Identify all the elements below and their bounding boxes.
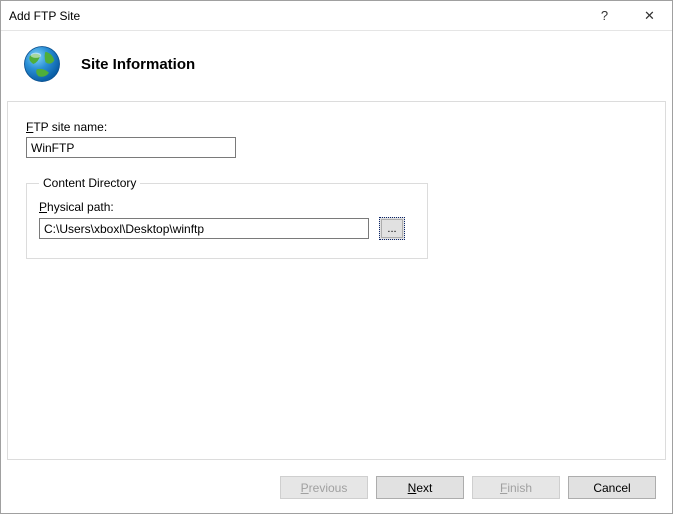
titlebar: Add FTP Site ? ✕ [1,1,672,31]
page-title: Site Information [81,56,195,73]
finish-button: Finish [472,476,560,499]
help-button[interactable]: ? [582,1,627,30]
previous-button: Previous [280,476,368,499]
content-directory-group: Content Directory Physical path: ... [26,176,428,259]
globe-icon [21,43,63,85]
content-panel: FTP site name: Content Directory Physica… [7,101,666,460]
wizard-header: Site Information [1,31,672,101]
wizard-footer: Previous Next Finish Cancel [1,466,672,513]
site-name-label: FTP site name: [26,120,647,134]
add-ftp-site-dialog: Add FTP Site ? ✕ Site Information [0,0,673,514]
browse-button[interactable]: ... [379,217,405,240]
physical-path-label: Physical path: [39,200,415,214]
physical-path-input[interactable] [39,218,369,239]
site-name-input[interactable] [26,137,236,158]
window-title: Add FTP Site [9,9,582,23]
content-directory-legend: Content Directory [39,176,140,190]
next-button[interactable]: Next [376,476,464,499]
close-button[interactable]: ✕ [627,1,672,30]
cancel-button[interactable]: Cancel [568,476,656,499]
